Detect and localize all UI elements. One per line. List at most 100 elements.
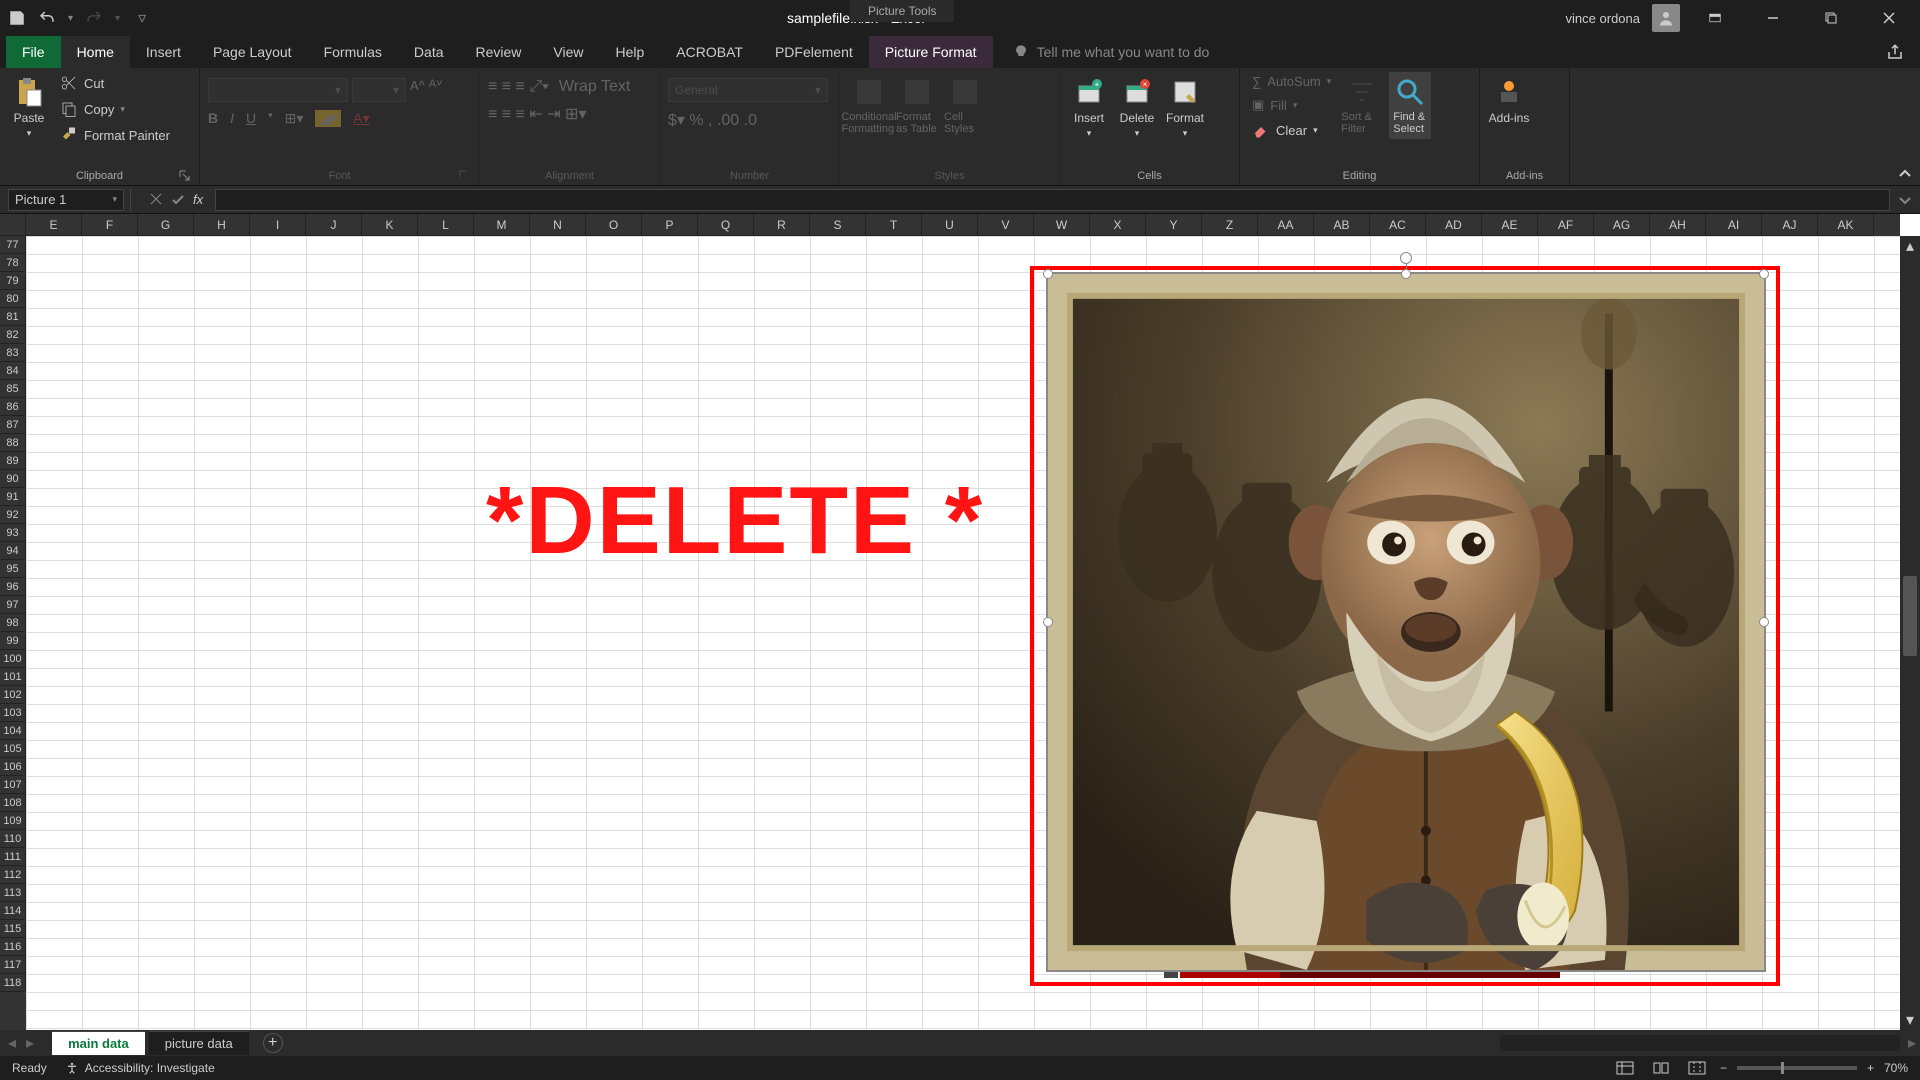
column-header[interactable]: Z bbox=[1202, 214, 1258, 236]
row-header[interactable]: 107 bbox=[0, 776, 26, 794]
column-header[interactable]: AC bbox=[1370, 214, 1426, 236]
horizontal-scrollbar[interactable] bbox=[1500, 1035, 1900, 1051]
column-header[interactable]: W bbox=[1034, 214, 1090, 236]
column-header[interactable]: AG bbox=[1594, 214, 1650, 236]
copy-button[interactable]: Copy ▾ bbox=[56, 98, 174, 120]
tab-help[interactable]: Help bbox=[600, 36, 661, 68]
column-header[interactable]: O bbox=[586, 214, 642, 236]
column-header[interactable]: AA bbox=[1258, 214, 1314, 236]
row-header[interactable]: 114 bbox=[0, 902, 26, 920]
row-header[interactable]: 103 bbox=[0, 704, 26, 722]
column-header[interactable]: AF bbox=[1538, 214, 1594, 236]
delete-cells-button[interactable]: ×Delete▾ bbox=[1116, 72, 1158, 139]
sheet-tab-picture-data[interactable]: picture data bbox=[149, 1031, 249, 1055]
row-header[interactable]: 81 bbox=[0, 308, 26, 326]
cut-button[interactable]: Cut bbox=[56, 72, 174, 94]
row-header[interactable]: 93 bbox=[0, 524, 26, 542]
column-header[interactable]: AK bbox=[1818, 214, 1874, 236]
accessibility-status[interactable]: Accessibility: Investigate bbox=[65, 1061, 215, 1075]
column-header[interactable]: T bbox=[866, 214, 922, 236]
avatar[interactable] bbox=[1652, 4, 1680, 32]
addins-button[interactable]: Add-ins bbox=[1488, 72, 1530, 125]
column-header[interactable]: Y bbox=[1146, 214, 1202, 236]
formula-input[interactable] bbox=[215, 189, 1890, 211]
column-header[interactable]: P bbox=[642, 214, 698, 236]
paste-button[interactable]: Paste ▾ bbox=[8, 72, 50, 139]
row-header[interactable]: 83 bbox=[0, 344, 26, 362]
row-header[interactable]: 92 bbox=[0, 506, 26, 524]
column-header[interactable]: AJ bbox=[1762, 214, 1818, 236]
rotate-handle[interactable] bbox=[1400, 252, 1412, 264]
cell-grid[interactable]: *DELETE * bbox=[26, 236, 1900, 1030]
column-header[interactable]: X bbox=[1090, 214, 1146, 236]
column-header[interactable]: U bbox=[922, 214, 978, 236]
column-header[interactable]: E bbox=[26, 214, 82, 236]
column-header[interactable]: J bbox=[306, 214, 362, 236]
page-layout-view-button[interactable] bbox=[1648, 1058, 1674, 1078]
row-header[interactable]: 108 bbox=[0, 794, 26, 812]
column-header[interactable]: AD bbox=[1426, 214, 1482, 236]
row-header[interactable]: 79 bbox=[0, 272, 26, 290]
enter-formula-icon[interactable] bbox=[171, 192, 185, 206]
row-header[interactable]: 82 bbox=[0, 326, 26, 344]
maximize-icon[interactable] bbox=[1808, 2, 1854, 34]
minimize-icon[interactable] bbox=[1750, 2, 1796, 34]
resize-handle-e[interactable] bbox=[1759, 617, 1769, 627]
scroll-up-icon[interactable]: ▴ bbox=[1900, 236, 1920, 256]
tab-formulas[interactable]: Formulas bbox=[308, 36, 398, 68]
page-break-view-button[interactable] bbox=[1684, 1058, 1710, 1078]
scroll-right-icon[interactable]: ▸ bbox=[1908, 1033, 1916, 1053]
select-all-button[interactable] bbox=[0, 214, 26, 236]
row-header[interactable]: 86 bbox=[0, 398, 26, 416]
scroll-down-icon[interactable]: ▾ bbox=[1900, 1010, 1920, 1030]
cancel-formula-icon[interactable] bbox=[149, 192, 163, 206]
zoom-slider[interactable] bbox=[1737, 1066, 1857, 1070]
normal-view-button[interactable] bbox=[1612, 1058, 1638, 1078]
dialog-launcher-icon[interactable] bbox=[179, 170, 191, 182]
column-header[interactable]: G bbox=[138, 214, 194, 236]
row-header[interactable]: 80 bbox=[0, 290, 26, 308]
row-header[interactable]: 99 bbox=[0, 632, 26, 650]
column-header[interactable]: N bbox=[530, 214, 586, 236]
row-header[interactable]: 90 bbox=[0, 470, 26, 488]
row-header[interactable]: 118 bbox=[0, 974, 26, 992]
user-name[interactable]: vince ordona bbox=[1566, 11, 1640, 26]
find-select-button[interactable]: Find & Select bbox=[1389, 72, 1431, 139]
format-painter-button[interactable]: Format Painter bbox=[56, 124, 174, 146]
resize-handle-n[interactable] bbox=[1401, 269, 1411, 279]
column-header[interactable]: H bbox=[194, 214, 250, 236]
row-header[interactable]: 105 bbox=[0, 740, 26, 758]
column-headers[interactable]: EFGHIJKLMNOPQRSTUVWXYZAAABACADAEAFAGAHAI… bbox=[26, 214, 1900, 236]
column-header[interactable]: F bbox=[82, 214, 138, 236]
clear-button[interactable]: Clear▾ bbox=[1248, 119, 1335, 141]
column-header[interactable]: I bbox=[250, 214, 306, 236]
name-box[interactable]: Picture 1▾ bbox=[8, 189, 124, 211]
sheet-nav-next[interactable]: ▸ bbox=[26, 1033, 34, 1053]
undo-icon[interactable] bbox=[38, 9, 56, 27]
row-header[interactable]: 96 bbox=[0, 578, 26, 596]
row-header[interactable]: 87 bbox=[0, 416, 26, 434]
format-cells-button[interactable]: Format▾ bbox=[1164, 72, 1206, 139]
fx-icon[interactable]: fx bbox=[193, 192, 203, 207]
resize-handle-ne[interactable] bbox=[1759, 269, 1769, 279]
column-header[interactable]: AE bbox=[1482, 214, 1538, 236]
column-header[interactable]: K bbox=[362, 214, 418, 236]
save-icon[interactable] bbox=[8, 9, 26, 27]
row-header[interactable]: 94 bbox=[0, 542, 26, 560]
column-header[interactable]: M bbox=[474, 214, 530, 236]
row-header[interactable]: 117 bbox=[0, 956, 26, 974]
row-header[interactable]: 101 bbox=[0, 668, 26, 686]
ribbon-display-icon[interactable] bbox=[1692, 2, 1738, 34]
row-header[interactable]: 97 bbox=[0, 596, 26, 614]
row-header[interactable]: 115 bbox=[0, 920, 26, 938]
close-icon[interactable] bbox=[1866, 2, 1912, 34]
row-header[interactable]: 113 bbox=[0, 884, 26, 902]
resize-handle-nw[interactable] bbox=[1043, 269, 1053, 279]
row-header[interactable]: 116 bbox=[0, 938, 26, 956]
sheet-nav-prev[interactable]: ◂ bbox=[8, 1033, 16, 1053]
tab-pdfelement[interactable]: PDFelement bbox=[759, 36, 869, 68]
row-header[interactable]: 78 bbox=[0, 254, 26, 272]
column-header[interactable]: R bbox=[754, 214, 810, 236]
column-header[interactable]: AH bbox=[1650, 214, 1706, 236]
column-header[interactable]: L bbox=[418, 214, 474, 236]
